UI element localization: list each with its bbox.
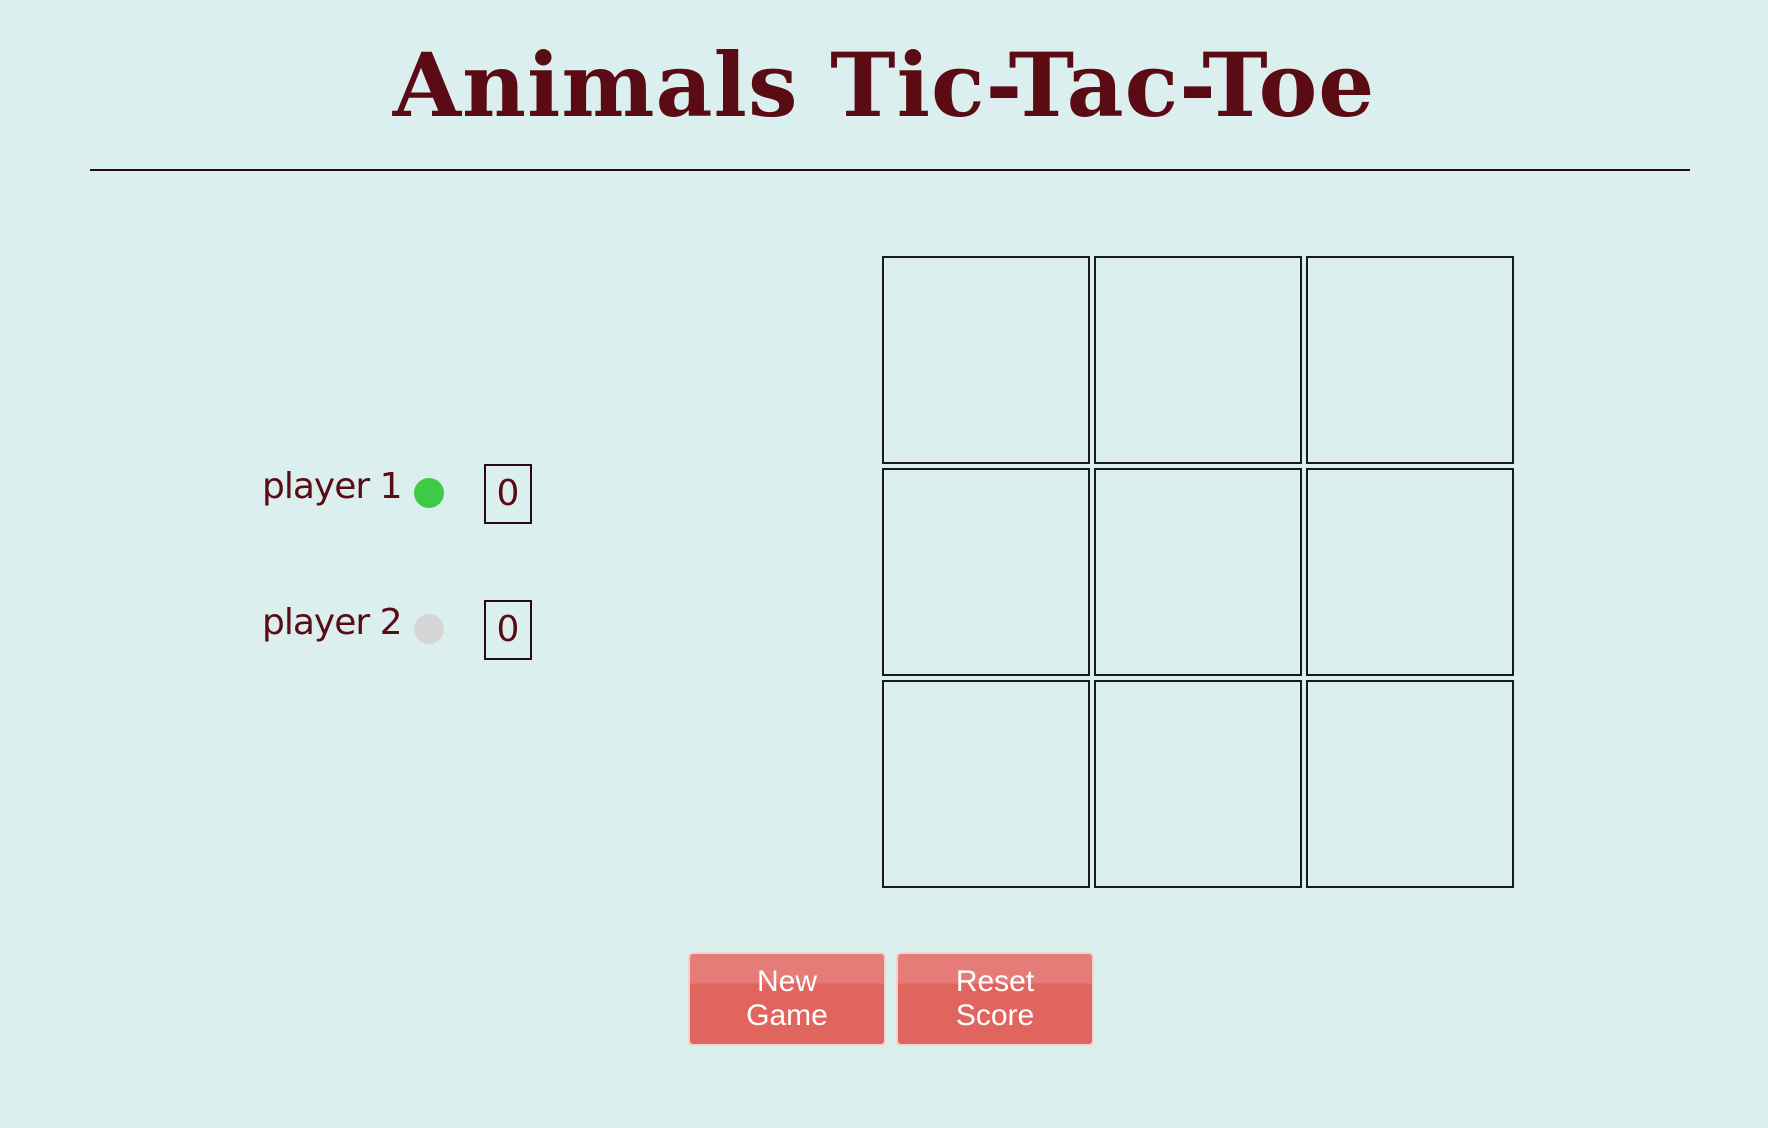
player-1-score: 0 xyxy=(484,464,532,524)
reset-score-button[interactable]: Reset Score xyxy=(896,952,1094,1046)
board-cell-2[interactable] xyxy=(1094,256,1302,464)
game-board xyxy=(882,256,1516,890)
player-1-label: player 1 xyxy=(262,466,403,507)
player-1-turn-indicator xyxy=(414,478,444,508)
board-cell-7[interactable] xyxy=(882,680,1090,888)
new-game-button[interactable]: New Game xyxy=(688,952,886,1046)
board-cell-4[interactable] xyxy=(882,468,1090,676)
board-cell-5[interactable] xyxy=(1094,468,1302,676)
board-cell-6[interactable] xyxy=(1306,468,1514,676)
page-title: Animals Tic-Tac-Toe xyxy=(392,33,1376,137)
player-2-turn-indicator xyxy=(414,614,444,644)
player-2-label: player 2 xyxy=(262,602,403,643)
player-2-score: 0 xyxy=(484,600,532,660)
board-cell-1[interactable] xyxy=(882,256,1090,464)
title-divider xyxy=(90,169,1690,171)
board-cell-3[interactable] xyxy=(1306,256,1514,464)
board-cell-8[interactable] xyxy=(1094,680,1302,888)
board-cell-9[interactable] xyxy=(1306,680,1514,888)
